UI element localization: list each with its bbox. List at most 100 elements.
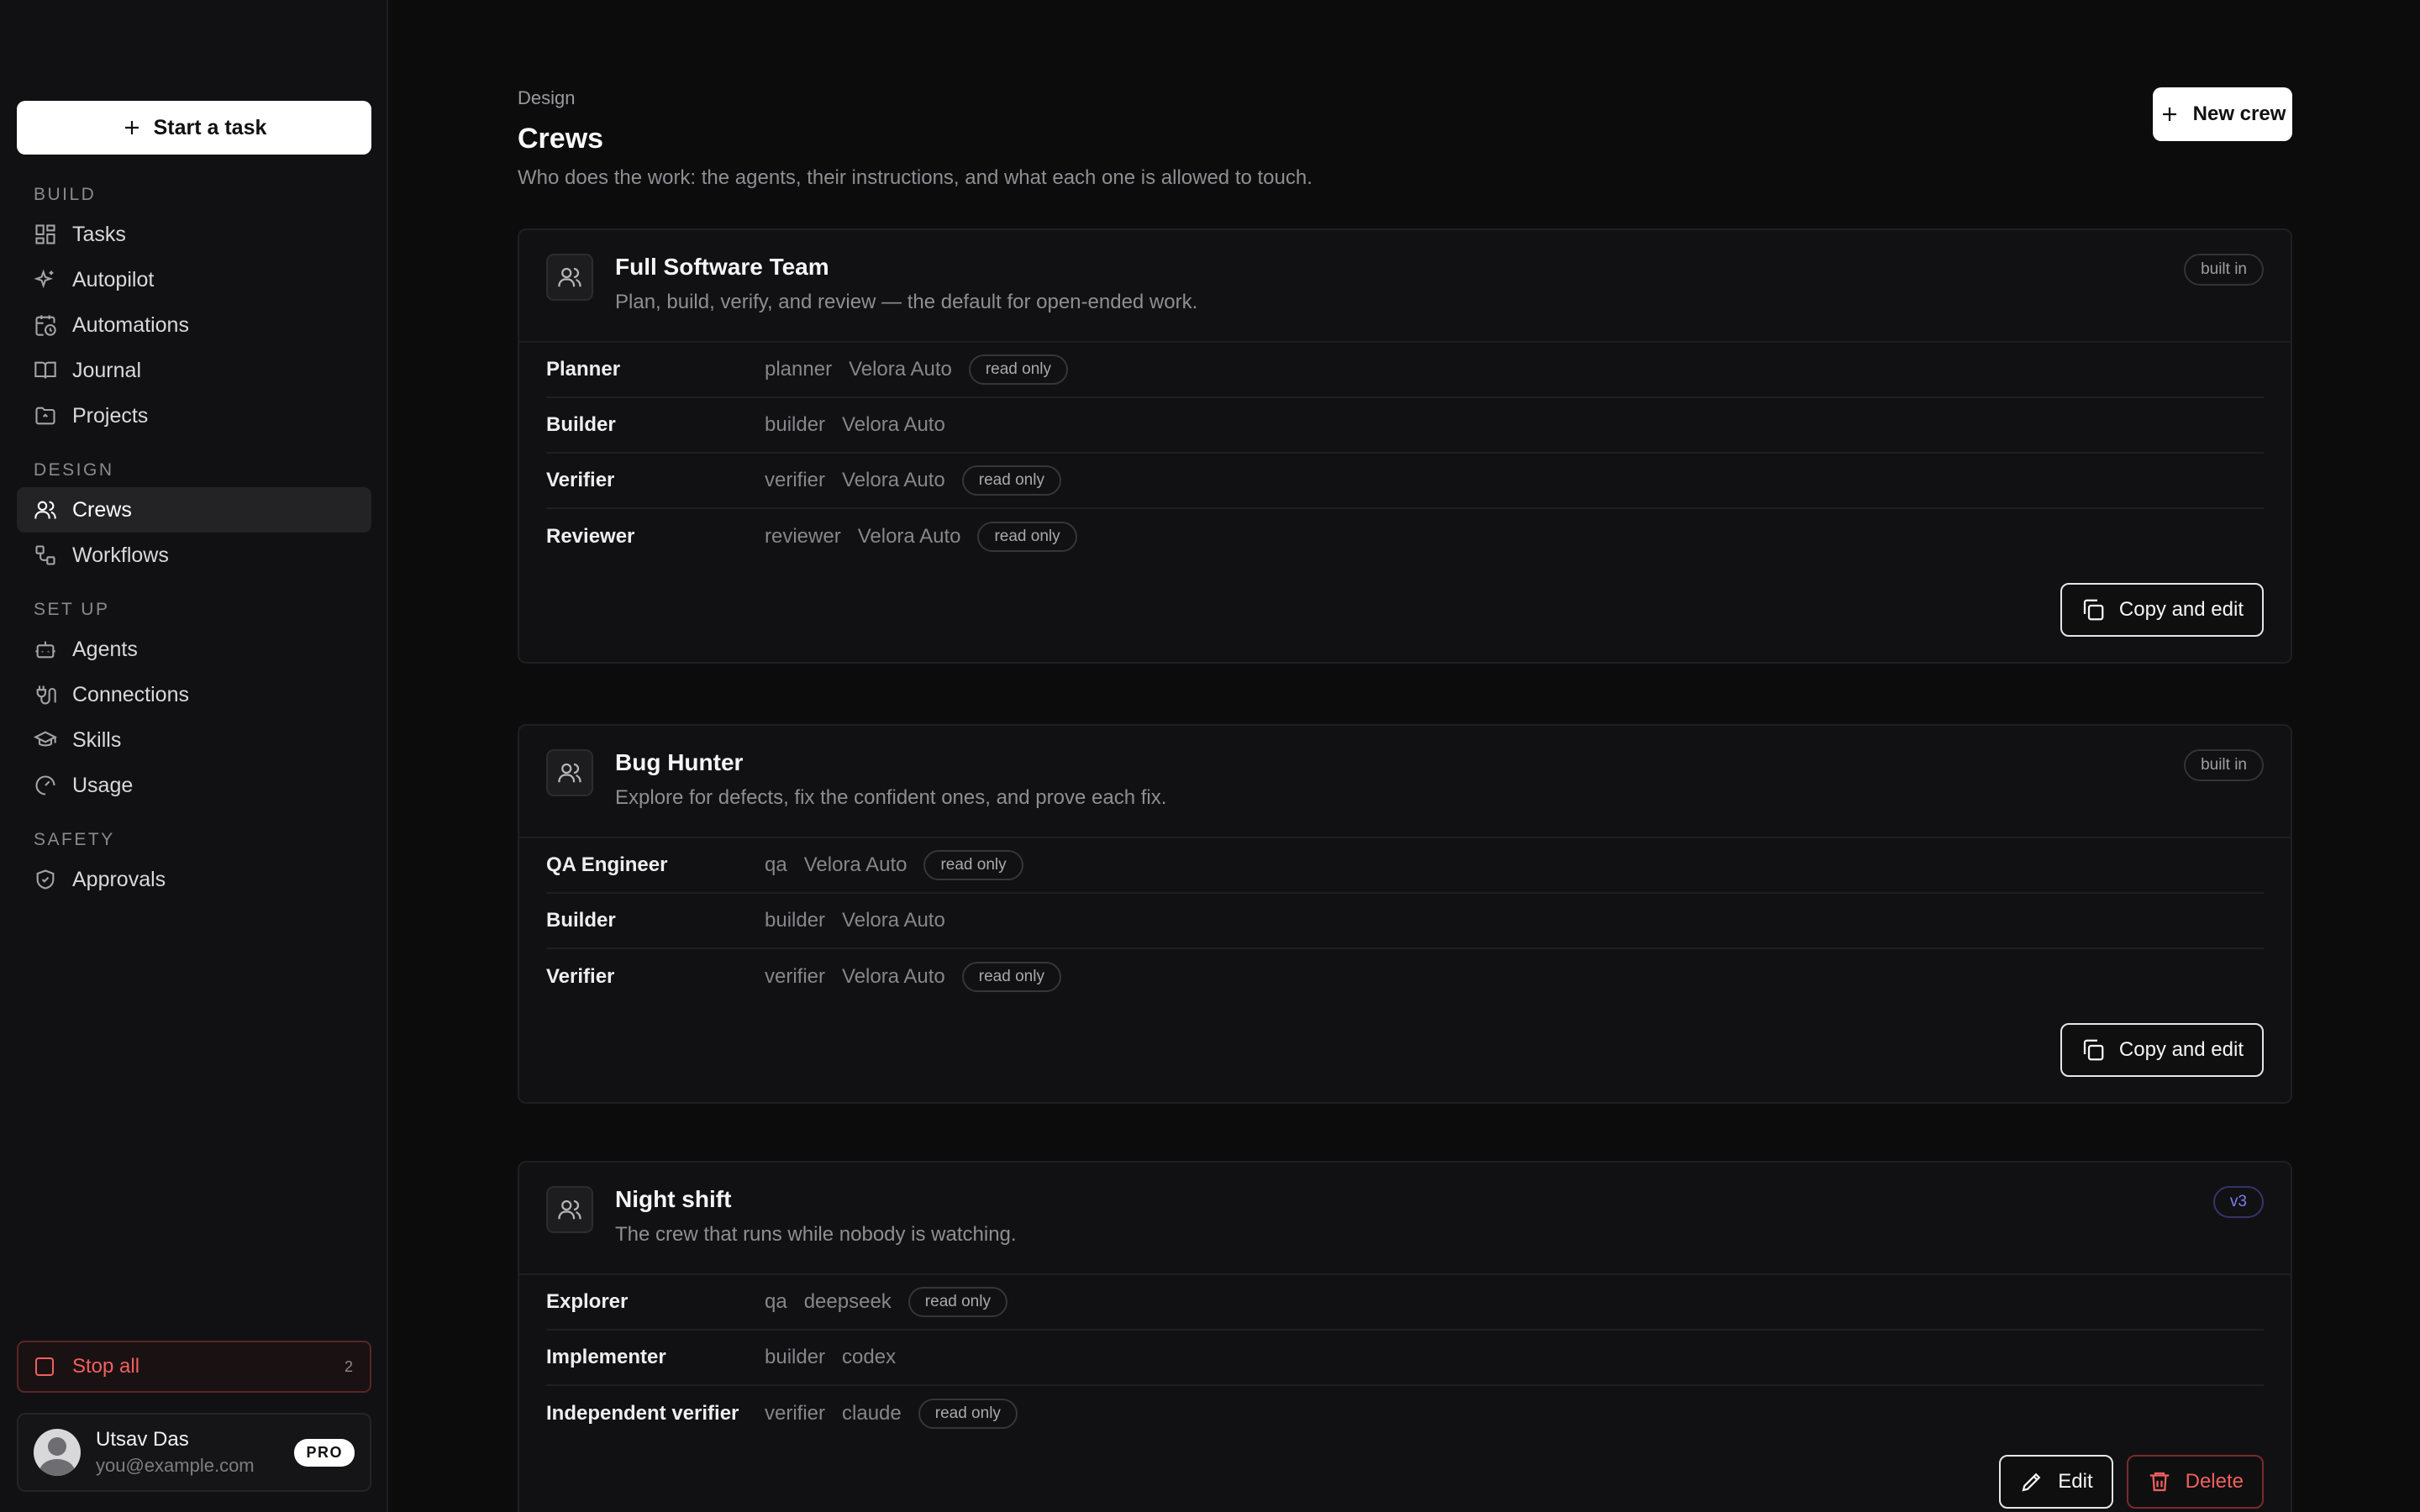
stop-all-button[interactable]: Stop all 2	[17, 1341, 371, 1393]
folder-icon	[35, 407, 55, 425]
role-name: Builder	[546, 413, 616, 436]
sidebar-item-label: Autopilot	[72, 267, 155, 291]
role-agent: verifier	[765, 1402, 826, 1425]
sidebar-item-label: Projects	[72, 403, 149, 428]
sidebar-item-usage[interactable]: Usage	[17, 763, 371, 808]
role-agent: qa	[765, 1290, 787, 1313]
crew-tag: built in	[2184, 749, 2264, 781]
avatar	[34, 1429, 81, 1476]
sidebar-item-connections[interactable]: Connections	[17, 672, 371, 717]
shield-check-icon	[36, 869, 55, 890]
sidebar-item-label: Workflows	[72, 543, 169, 567]
crew-tag: built in	[2184, 254, 2264, 286]
sidebar-item-autopilot[interactable]: Autopilot	[17, 257, 371, 302]
sidebar-item-journal[interactable]: Journal	[17, 348, 371, 393]
crew-icon	[546, 749, 593, 796]
copy-and-edit-label: Copy and edit	[2118, 1038, 2244, 1061]
sidebar-item-label: Tasks	[72, 222, 126, 246]
plan-badge: PRO	[294, 1438, 355, 1467]
sidebar-item-automations[interactable]: Automations	[17, 302, 371, 348]
crew-name: Full Software Team	[615, 254, 829, 280]
role-name: Reviewer	[546, 525, 635, 548]
plus-icon	[2162, 108, 2176, 121]
role-name: Planner	[546, 358, 621, 381]
user-name: Utsav Das	[96, 1428, 189, 1451]
page-subtitle: Who does the work: the agents, their ins…	[518, 166, 1313, 189]
delete-button[interactable]: Delete	[2126, 1455, 2264, 1509]
gauge-icon	[35, 775, 55, 795]
role-row: Independent verifier verifier claude rea…	[546, 1386, 2264, 1441]
user-menu[interactable]: Utsav Das you@example.com PRO	[17, 1413, 371, 1492]
sidebar-item-label: Usage	[72, 773, 134, 797]
plus-icon	[124, 121, 139, 134]
copy-and-edit-button[interactable]: Copy and edit	[2060, 583, 2264, 637]
role-model: Velora Auto	[849, 358, 952, 381]
crew-description: Plan, build, verify, and review — the de…	[615, 291, 1198, 313]
role-agent: verifier	[765, 965, 826, 988]
breadcrumb[interactable]: Design	[518, 87, 575, 109]
crew-card-night-shift: Night shift The crew that runs while nob…	[518, 1161, 2292, 1512]
pencil-icon	[2022, 1473, 2041, 1492]
role-name: Builder	[546, 909, 616, 932]
read-only-badge: read only	[968, 354, 1068, 385]
start-task-button[interactable]: Start a task	[17, 101, 371, 155]
user-email: you@example.com	[96, 1455, 255, 1476]
users-icon	[558, 267, 581, 287]
sidebar-item-projects[interactable]: Projects	[17, 393, 371, 438]
sidebar-item-agents[interactable]: Agents	[17, 627, 371, 672]
users-icon	[558, 763, 581, 783]
edit-button[interactable]: Edit	[1999, 1455, 2113, 1509]
sidebar-item-approvals[interactable]: Approvals	[17, 857, 371, 902]
role-row: Verifier verifier Velora Auto read only	[546, 949, 2264, 1005]
start-task-label: Start a task	[153, 115, 267, 139]
role-agent: builder	[765, 413, 826, 436]
sidebar-item-workflows[interactable]: Workflows	[17, 533, 371, 578]
copy-and-edit-label: Copy and edit	[2118, 598, 2244, 621]
role-name: Independent verifier	[546, 1402, 739, 1425]
nav-section-safety: SAFETY	[34, 830, 115, 849]
read-only-badge: read only	[961, 962, 1061, 992]
book-icon	[34, 361, 56, 379]
role-row: Reviewer reviewer Velora Auto read only	[546, 509, 2264, 564]
role-list: QA Engineer qa Velora Auto read only Bui…	[519, 838, 2291, 1005]
sidebar-item-label: Crews	[72, 497, 132, 522]
grid-icon	[35, 224, 55, 244]
sidebar-item-tasks[interactable]: Tasks	[17, 212, 371, 257]
edit-label: Edit	[2058, 1470, 2093, 1493]
role-model: codex	[842, 1346, 897, 1368]
role-agent: reviewer	[765, 525, 841, 548]
nav-section-design: DESIGN	[34, 460, 114, 480]
plug-icon	[36, 685, 56, 705]
new-crew-label: New crew	[2192, 102, 2286, 125]
role-row: Builder builder Velora Auto	[546, 894, 2264, 949]
sidebar-item-skills[interactable]: Skills	[17, 717, 371, 763]
role-model: claude	[842, 1402, 902, 1425]
users-icon	[558, 1200, 581, 1220]
users-icon	[34, 501, 56, 519]
stop-all-label: Stop all	[72, 1355, 140, 1378]
stop-square-icon	[35, 1357, 54, 1376]
role-list: Explorer qa deepseek read only Implement…	[519, 1275, 2291, 1441]
read-only-badge: read only	[908, 1287, 1007, 1317]
trash-icon	[2149, 1472, 2169, 1492]
role-row: Explorer qa deepseek read only	[546, 1275, 2264, 1331]
role-agent: planner	[765, 358, 833, 381]
delete-label: Delete	[2185, 1470, 2244, 1493]
role-agent: builder	[765, 1346, 826, 1368]
role-row: Verifier verifier Velora Auto read only	[546, 454, 2264, 509]
role-model: Velora Auto	[803, 853, 908, 876]
crew-name: Night shift	[615, 1186, 732, 1212]
copy-and-edit-button[interactable]: Copy and edit	[2060, 1023, 2264, 1077]
copy-icon	[2083, 1039, 2104, 1061]
workflow-icon	[35, 545, 55, 565]
sidebar-item-crews[interactable]: Crews	[17, 487, 371, 533]
sparkle-icon	[34, 269, 54, 289]
copy-icon	[2083, 599, 2104, 621]
role-name: Implementer	[546, 1346, 666, 1368]
crew-icon	[546, 254, 593, 301]
new-crew-button[interactable]: New crew	[2153, 87, 2292, 141]
read-only-badge: read only	[923, 850, 1023, 880]
role-row: Planner planner Velora Auto read only	[546, 343, 2264, 398]
sidebar-item-label: Agents	[72, 637, 138, 661]
role-name: Verifier	[546, 965, 615, 988]
